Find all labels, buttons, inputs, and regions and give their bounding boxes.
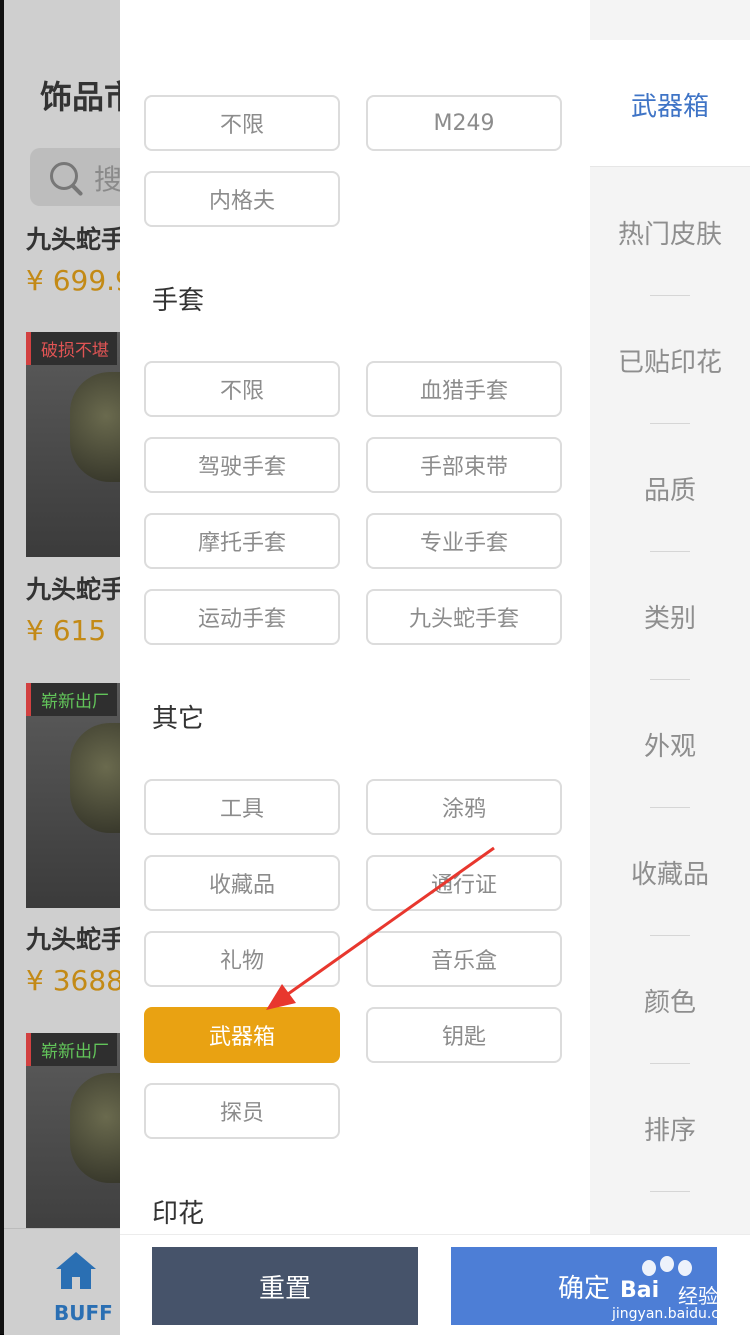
- category-divider: [650, 935, 690, 936]
- filter-option[interactable]: 不限: [144, 95, 340, 151]
- item-image[interactable]: 崭新出厂: [26, 1033, 120, 1258]
- wear-badge: 崭新出厂: [26, 1033, 117, 1066]
- category-divider: [650, 295, 690, 296]
- category-item[interactable]: 外观: [590, 726, 750, 763]
- wear-badge: 崭新出厂: [26, 683, 117, 716]
- item-image[interactable]: 崭新出厂: [26, 683, 120, 908]
- category-divider: [650, 1191, 690, 1192]
- glove-image: [70, 372, 120, 482]
- filter-option[interactable]: 专业手套: [366, 513, 562, 569]
- drawer-footer: 重置 确定: [120, 1234, 750, 1335]
- item-name[interactable]: 九头蛇手: [26, 220, 126, 256]
- item-name[interactable]: 九头蛇手: [26, 570, 126, 606]
- filter-option[interactable]: 通行证: [366, 855, 562, 911]
- category-sidebar: 武器箱 热门皮肤 已贴印花 品质 类别 外观 收藏品 颜色 排序: [590, 0, 750, 1234]
- filter-option[interactable]: M249: [366, 95, 562, 151]
- filter-option[interactable]: 摩托手套: [144, 513, 340, 569]
- category-divider: [650, 807, 690, 808]
- item-image[interactable]: 破损不堪: [26, 332, 120, 557]
- section-title-gloves: 手套: [152, 286, 205, 316]
- category-item[interactable]: 收藏品: [590, 854, 750, 891]
- filter-option[interactable]: 探员: [144, 1083, 340, 1139]
- category-divider: [650, 551, 690, 552]
- filter-options-panel[interactable]: 不限 M249 内格夫 手套 不限 血猎手套 驾驶手套 手部束带 摩托手套 专业…: [120, 0, 590, 1234]
- filter-option-selected[interactable]: 武器箱: [144, 1007, 340, 1063]
- glove-image: [70, 1073, 120, 1183]
- tab-bar: BUFF: [4, 1228, 120, 1335]
- category-item[interactable]: 颜色: [590, 982, 750, 1019]
- filter-option[interactable]: 驾驶手套: [144, 437, 340, 493]
- reset-button[interactable]: 重置: [152, 1247, 418, 1325]
- search-icon: [50, 162, 78, 190]
- filter-option[interactable]: 钥匙: [366, 1007, 562, 1063]
- filter-option[interactable]: 九头蛇手套: [366, 589, 562, 645]
- home-icon[interactable]: [54, 1249, 98, 1293]
- glove-image: [70, 723, 120, 833]
- filter-option[interactable]: 工具: [144, 779, 340, 835]
- filter-option[interactable]: 不限: [144, 361, 340, 417]
- category-item[interactable]: 类别: [590, 598, 750, 635]
- filter-option[interactable]: 涂鸦: [366, 779, 562, 835]
- category-item[interactable]: 排序: [590, 1110, 750, 1147]
- filter-option[interactable]: 礼物: [144, 931, 340, 987]
- confirm-button[interactable]: 确定: [451, 1247, 717, 1325]
- category-divider: [650, 679, 690, 680]
- category-item[interactable]: 已贴印花: [590, 342, 750, 379]
- filter-option[interactable]: 收藏品: [144, 855, 340, 911]
- filter-option[interactable]: 手部束带: [366, 437, 562, 493]
- screen-edge: [0, 0, 4, 1334]
- filter-option[interactable]: 内格夫: [144, 171, 340, 227]
- filter-drawer: 不限 M249 内格夫 手套 不限 血猎手套 驾驶手套 手部束带 摩托手套 专业…: [120, 0, 750, 1335]
- filter-option[interactable]: 音乐盒: [366, 931, 562, 987]
- item-name[interactable]: 九头蛇手: [26, 920, 126, 956]
- search-placeholder: 搜: [94, 163, 123, 196]
- section-title-stickers: 印花: [152, 1199, 205, 1229]
- section-title-other: 其它: [152, 704, 205, 734]
- filter-option[interactable]: 运动手套: [144, 589, 340, 645]
- item-price: ¥ 699.9: [26, 264, 133, 297]
- category-divider: [650, 423, 690, 424]
- tab-home-label[interactable]: BUFF: [54, 1301, 113, 1325]
- category-item[interactable]: 热门皮肤: [590, 214, 750, 251]
- wear-badge: 破损不堪: [26, 332, 117, 365]
- category-item[interactable]: 品质: [590, 470, 750, 507]
- filter-option[interactable]: 血猎手套: [366, 361, 562, 417]
- item-price: ¥ 3688: [26, 964, 124, 997]
- item-price: ¥ 615: [26, 614, 107, 647]
- category-divider: [650, 1063, 690, 1064]
- category-label-active[interactable]: 武器箱: [590, 86, 750, 123]
